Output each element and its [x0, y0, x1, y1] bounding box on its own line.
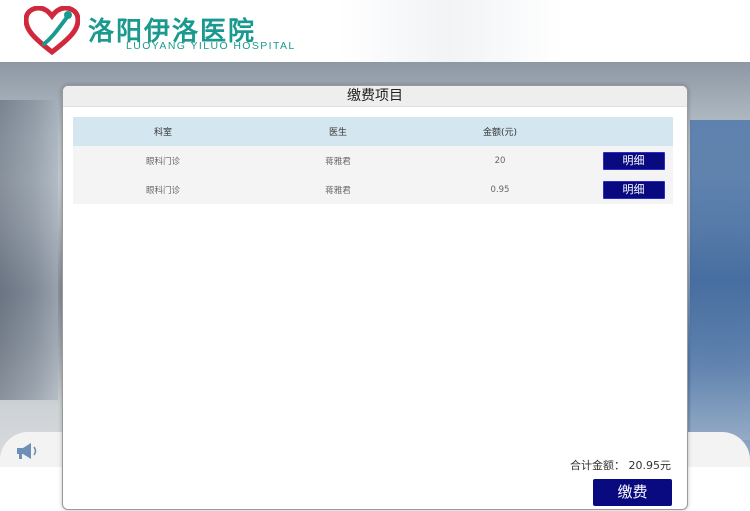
column-header-amount: 金额(元): [482, 128, 518, 138]
hospital-name-en: LUOYANG YILUO HOSPITAL: [126, 40, 296, 52]
payment-table: 科室 医生 金额(元) 眼科门诊 蒋雅君 20 明细 眼科门诊 蒋雅君 0.95…: [73, 117, 673, 204]
background-right-detail: [690, 120, 750, 440]
detail-button[interactable]: 明细: [602, 180, 665, 199]
column-header-department: 科室: [153, 128, 172, 138]
megaphone-icon[interactable]: [14, 440, 40, 462]
detail-button[interactable]: 明细: [602, 151, 665, 170]
column-header-doctor: 医生: [328, 128, 347, 138]
panel-title: 缴费项目: [63, 86, 687, 107]
action-cell: 明细: [577, 151, 673, 170]
total-label: 合计金额：: [570, 459, 625, 472]
amount-cell: 0.95: [490, 184, 510, 195]
background-left-detail: [0, 100, 58, 400]
table-header: 科室 医生 金额(元): [73, 117, 673, 146]
total-value: 20.95元: [628, 459, 672, 472]
department-cell: 眼科门诊: [145, 185, 180, 196]
table-row: 眼科门诊 蒋雅君 20 明细: [73, 146, 673, 175]
doctor-cell: 蒋雅君: [325, 156, 351, 167]
app-header: 洛阳伊洛医院 LUOYANG YILUO HOSPITAL: [0, 0, 750, 62]
table-row: 眼科门诊 蒋雅君 0.95 明细: [73, 175, 673, 204]
total-amount: 合计金额： 20.95元: [570, 457, 671, 473]
hospital-logo-icon: [24, 6, 80, 56]
amount-cell: 20: [494, 155, 506, 166]
payment-items-panel: 缴费项目 科室 医生 金额(元) 眼科门诊 蒋雅君 20 明细 眼科门诊 蒋雅君…: [62, 85, 688, 510]
pay-button[interactable]: 缴费: [593, 479, 672, 506]
department-cell: 眼科门诊: [145, 156, 180, 167]
doctor-cell: 蒋雅君: [325, 185, 351, 196]
action-cell: 明细: [577, 180, 673, 199]
